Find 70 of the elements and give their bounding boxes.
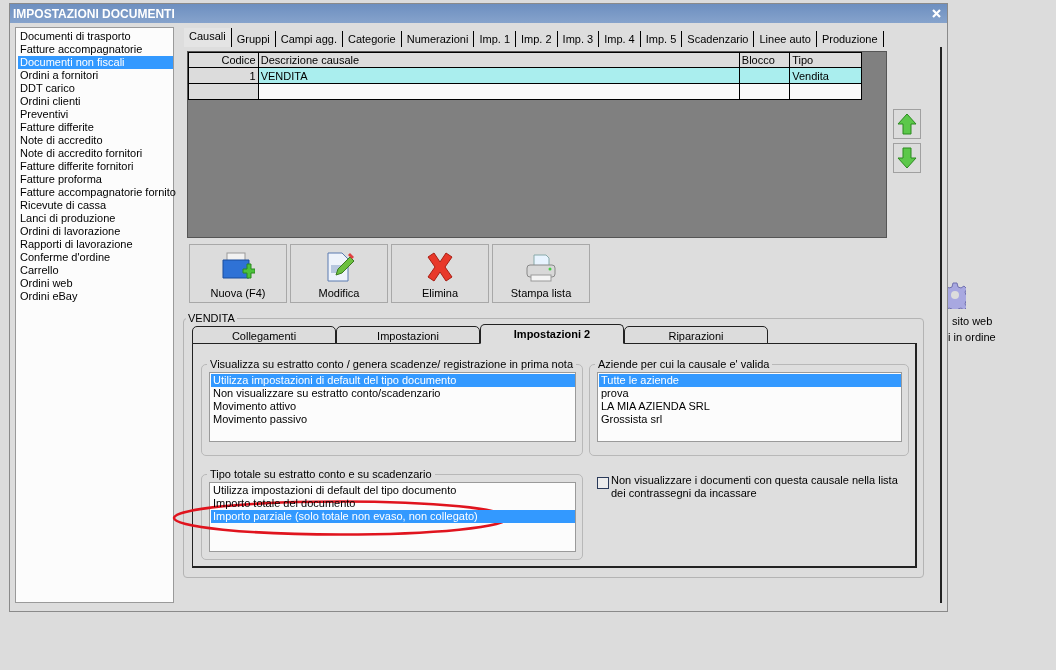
tab[interactable]: Riparazioni bbox=[624, 326, 768, 344]
list-item[interactable]: Movimento attivo bbox=[211, 400, 575, 413]
sidebar-item[interactable]: Note di accredito fornitori bbox=[18, 147, 173, 160]
column-header: Blocco bbox=[739, 52, 790, 68]
column-header: Tipo bbox=[789, 52, 862, 68]
sidebar-item[interactable]: Fatture differite fornitori bbox=[18, 160, 173, 173]
tab[interactable]: Imp. 5 bbox=[640, 31, 683, 47]
group-title: VENDITA bbox=[187, 312, 236, 324]
down-arrow-icon bbox=[897, 147, 917, 169]
sidebar-item[interactable]: Carrello bbox=[18, 264, 173, 277]
x-icon bbox=[425, 251, 455, 283]
sidebar-item[interactable]: Fatture accompagnatorie bbox=[18, 43, 173, 56]
sidebar-item[interactable]: Note di accredito bbox=[18, 134, 173, 147]
document-pencil-icon bbox=[324, 251, 354, 283]
sidebar-item[interactable]: DDT carico bbox=[18, 82, 173, 95]
window-title: IMPOSTAZIONI DOCUMENTI bbox=[13, 6, 175, 21]
list-item[interactable]: Grossista srl bbox=[599, 413, 901, 426]
tab[interactable]: Imp. 4 bbox=[599, 31, 641, 47]
tab[interactable]: Numerazioni bbox=[401, 31, 475, 47]
sidebar-item[interactable]: Documenti di trasporto bbox=[18, 30, 173, 43]
checkbox-label: Non visualizzare i documenti con questa causale nella lista dei contrassegni da incassare bbox=[611, 474, 899, 500]
action-button[interactable]: Nuova (F4) bbox=[189, 244, 287, 303]
column-header: Descrizione causale bbox=[258, 52, 740, 68]
sidebar-item[interactable]: Preventivi bbox=[18, 108, 173, 121]
desktop-label: sito web bbox=[951, 314, 994, 329]
move-down-button[interactable] bbox=[893, 143, 921, 173]
sidebar-item[interactable]: Fatture proforma bbox=[18, 173, 173, 186]
tab[interactable]: Imp. 2 bbox=[516, 31, 558, 47]
checkbox[interactable] bbox=[597, 477, 609, 489]
tab[interactable]: Impostazioni bbox=[336, 326, 480, 344]
action-button[interactable]: Modifica bbox=[290, 244, 388, 303]
list-item[interactable]: prova bbox=[599, 387, 901, 400]
list-item[interactable]: LA MIA AZIENDA SRL bbox=[599, 400, 901, 413]
sidebar-item[interactable]: Conferme d'ordine bbox=[18, 251, 173, 264]
tab[interactable]: Impostazioni 2 bbox=[480, 324, 624, 344]
sidebar-item[interactable]: Fatture differite bbox=[18, 121, 173, 134]
action-button[interactable]: Stampa lista bbox=[492, 244, 590, 303]
desktop-label: i in ordine bbox=[948, 330, 997, 345]
sidebar-item[interactable]: Rapporti di lavorazione bbox=[18, 238, 173, 251]
list-item[interactable]: Utilizza impostazioni di default del tipo documento bbox=[211, 484, 575, 497]
up-arrow-icon bbox=[897, 113, 917, 135]
sidebar-item[interactable]: Ordini di lavorazione bbox=[18, 225, 173, 238]
tab[interactable]: Linee auto bbox=[754, 31, 817, 47]
printer-icon bbox=[525, 253, 557, 283]
move-up-button[interactable] bbox=[893, 109, 921, 139]
tab[interactable]: Campi agg. bbox=[275, 31, 343, 47]
action-button[interactable]: Elimina bbox=[391, 244, 489, 303]
tab[interactable]: Categorie bbox=[343, 31, 402, 47]
sidebar-item[interactable]: Ordini a fornitori bbox=[18, 69, 173, 82]
tab[interactable]: Imp. 3 bbox=[557, 31, 600, 47]
list-box[interactable]: Tutte le aziende prova LA MIA AZIENDA SRL Grossista srl bbox=[597, 372, 902, 442]
tab[interactable]: Collegamenti bbox=[192, 326, 336, 344]
group-title: Aziende per cui la causale e' valida bbox=[597, 358, 771, 370]
tab[interactable]: Gruppi bbox=[231, 31, 276, 47]
tab[interactable]: Imp. 1 bbox=[474, 31, 516, 47]
sidebar-item[interactable]: Ordini web bbox=[18, 277, 173, 290]
tab[interactable]: Scadenzario bbox=[682, 31, 755, 47]
sidebar-item[interactable]: Ricevute di cassa bbox=[18, 199, 173, 212]
list-box[interactable]: Utilizza impostazioni di default del tipo documento Non visualizzare su estratto conto/scadenzario Movimento attivo Movimento passivo bbox=[209, 372, 576, 442]
group-title: Visualizza su estratto conto / genera scadenze/ registrazione in prima nota bbox=[209, 358, 574, 370]
group-title: Tipo totale su estratto conto e su scadenzario bbox=[209, 468, 433, 480]
close-icon[interactable] bbox=[932, 9, 941, 18]
column-header: Codice bbox=[188, 52, 259, 68]
tab[interactable]: Causali bbox=[184, 28, 232, 47]
list-item[interactable]: Movimento passivo bbox=[211, 413, 575, 426]
sidebar-item[interactable]: Lanci di produzione bbox=[18, 212, 173, 225]
sidebar-item[interactable]: Ordini eBay bbox=[18, 290, 173, 303]
sidebar-item[interactable]: Ordini clienti bbox=[18, 95, 173, 108]
tab[interactable]: Produzione bbox=[816, 31, 884, 47]
list-item[interactable]: Non visualizzare su estratto conto/scadenzario bbox=[211, 387, 575, 400]
